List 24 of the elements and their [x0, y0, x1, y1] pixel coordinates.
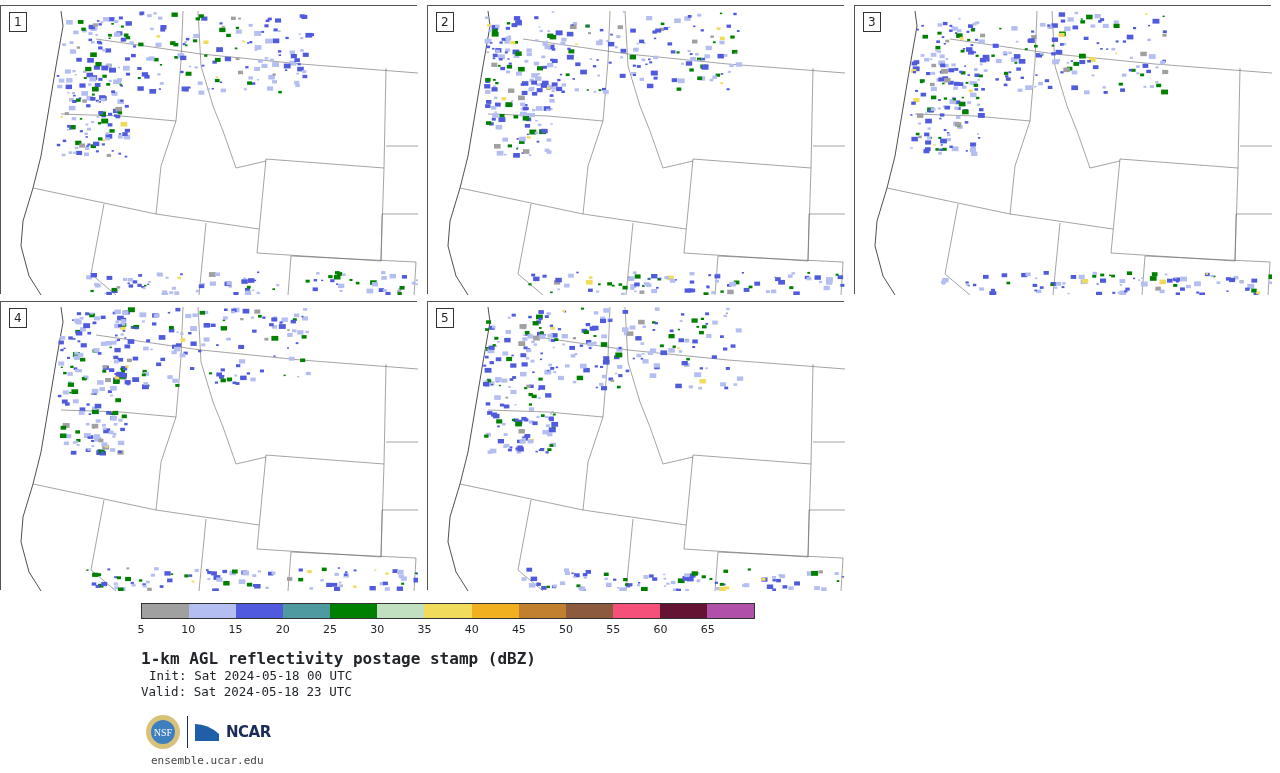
tick-label: 55: [606, 623, 621, 636]
panel-number: 5: [436, 308, 454, 328]
tick-label: 10: [181, 623, 196, 636]
tick-label: 25: [322, 623, 337, 636]
panel-number: 1: [9, 12, 27, 32]
ncar-swoosh-icon: [195, 724, 219, 741]
tick-label: 35: [417, 623, 432, 636]
tick-label: 60: [653, 623, 668, 636]
tick-label: 65: [700, 623, 715, 636]
tick-label: 15: [228, 623, 243, 636]
tick-label: 30: [370, 623, 385, 636]
panel-number: 4: [9, 308, 27, 328]
ncar-logo-text: NCAR: [226, 723, 271, 741]
tick-label: 5: [137, 623, 145, 636]
tick-label: 20: [275, 623, 290, 636]
chart-title: 1-km AGL reflectivity postage stamp (dBZ): [141, 649, 537, 668]
nsf-logo: NSF: [146, 715, 180, 749]
panel-number: 3: [863, 12, 881, 32]
tick-label: 50: [559, 623, 574, 636]
valid-time: Valid: Sat 2024-05-18 23 UTC: [141, 684, 353, 700]
tick-label: 40: [464, 623, 479, 636]
panel-number: 2: [436, 12, 454, 32]
init-time: Init: Sat 2024-05-18 00 UTC: [149, 668, 353, 683]
tick-label: 45: [511, 623, 526, 636]
